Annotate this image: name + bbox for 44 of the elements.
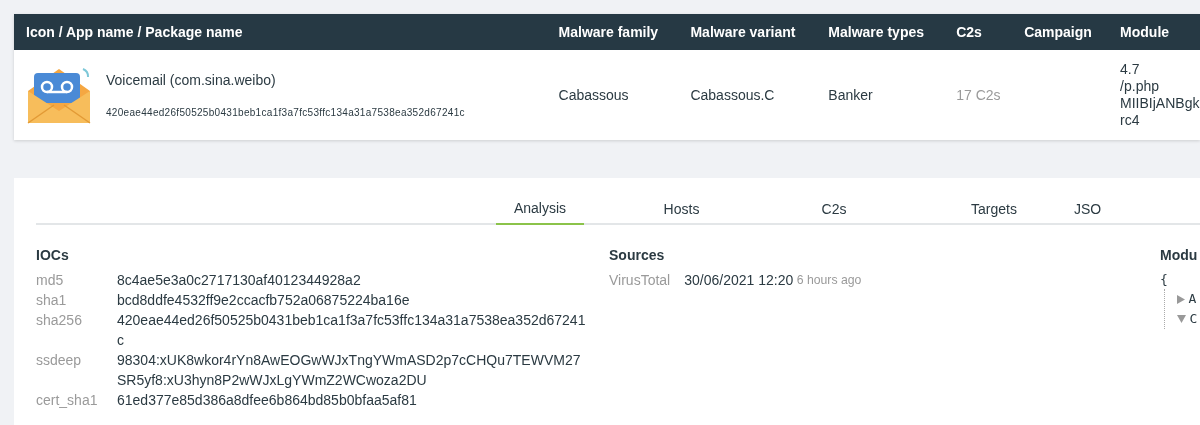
tab[interactable]: Hosts [609, 198, 754, 225]
ioc-value: 98304:xUK8wkor4rYn8AwEOGwWJxTngYWmASD2p7cCHQu7TEWVM27SR5yf8:xU3hyn8P2wWJxLgYWmZ2WCwoza2DU [117, 350, 582, 390]
column-header: Campaign [1024, 23, 1092, 40]
c2s-count: 17 C2s [956, 86, 1001, 103]
ioc-key: md5 [36, 269, 117, 290]
json-key: C [1189, 309, 1198, 329]
ioc-value: 8c4ae5e3a0c2717130af4012344928a2 [117, 270, 362, 290]
ioc-value: 61ed377e85d386a8dfee6b864bd85b0bfaa5af81 [117, 390, 418, 410]
tab[interactable]: Targets [914, 198, 1074, 225]
column-header: Icon / App name / Package name [26, 23, 243, 40]
module-value: MIIBIjANBgk [1120, 95, 1200, 112]
app-name: Voicemail (com.sina.weibo) [106, 71, 277, 90]
collapse-triangle-icon[interactable] [1177, 315, 1186, 323]
package-hash: 420eae44ed26f50525b0431beb1ca1f3a7fc53ffc134a31a7538ea352d67241c [106, 106, 465, 120]
malware-variant: Cabassous.C [690, 86, 775, 103]
source-date: 30/06/2021 12:20 [684, 270, 794, 290]
malware-type: Banker [828, 86, 873, 103]
ioc-key: cert_sha1 [36, 389, 117, 410]
column-header: Malware types [828, 23, 925, 40]
tab[interactable]: JSO [1074, 198, 1174, 225]
module-value: rc4 [1120, 112, 1141, 129]
expand-triangle-icon[interactable] [1177, 294, 1185, 304]
section-title: IOCs [36, 246, 70, 265]
section-title: Modu [1160, 246, 1198, 265]
ioc-value: 420eae44ed26f50525b0431beb1ca1f3a7fc53ffc134a31a7538ea352d67241c [117, 310, 587, 350]
source-name: VirusTotal [609, 270, 671, 290]
column-header: Malware family [558, 23, 659, 40]
ioc-key: sha1 [36, 289, 117, 310]
column-header: Module [1120, 23, 1170, 40]
column-header: Malware variant [690, 23, 796, 40]
ioc-key: ssdeep [36, 349, 117, 390]
voicemail-envelope-icon [26, 65, 92, 125]
section-title: Sources [609, 246, 666, 265]
ioc-key: sha256 [36, 309, 117, 350]
relative-time: 6 hours ago [796, 271, 862, 289]
column-header: C2s [956, 23, 982, 40]
json-brace: { [1160, 270, 1169, 289]
module-value: 4.7 [1120, 61, 1141, 78]
malware-family: Cabassous [558, 86, 629, 103]
ioc-value: bcd8ddfe4532ff9e2ccacfb752a06875224ba16e [117, 290, 411, 310]
tab[interactable]: C2s [754, 198, 914, 225]
tab[interactable]: Analysis [496, 198, 584, 225]
json-key: A [1188, 289, 1197, 309]
module-value: /p.php [1120, 78, 1160, 95]
